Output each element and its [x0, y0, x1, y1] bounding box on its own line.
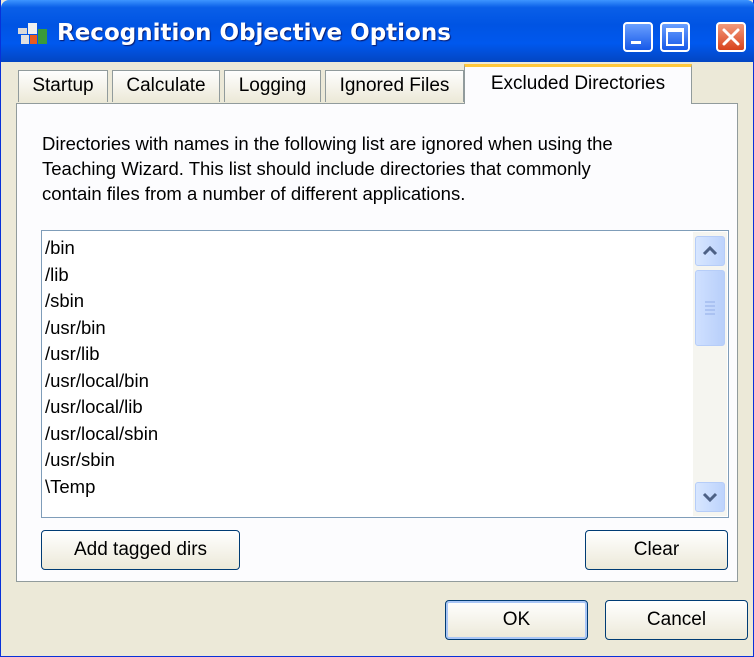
window-title: Recognition Objective Options — [57, 20, 451, 46]
panel-description: Directories with names in the following … — [42, 131, 722, 206]
tab-startup[interactable]: Startup — [18, 70, 108, 102]
list-item[interactable]: /bin — [45, 235, 158, 262]
scroll-down-button[interactable] — [695, 482, 725, 512]
tab-ignored-files[interactable]: Ignored Files — [325, 70, 464, 102]
description-line: Teaching Wizard. This list should includ… — [42, 158, 591, 179]
list-item[interactable]: \Temp — [45, 474, 158, 501]
tab-logging[interactable]: Logging — [224, 70, 321, 102]
list-scrollbar[interactable] — [693, 232, 727, 516]
ok-button[interactable]: OK — [445, 600, 588, 640]
excluded-directories-list[interactable]: /bin /lib /sbin /usr/bin /usr/lib /usr/l… — [41, 230, 729, 518]
list-item[interactable]: /usr/local/sbin — [45, 421, 158, 448]
add-tagged-dirs-button[interactable]: Add tagged dirs — [41, 530, 240, 570]
tab-excluded-directories[interactable]: Excluded Directories — [464, 64, 692, 104]
maximize-icon — [666, 28, 684, 46]
list-item[interactable]: /usr/sbin — [45, 447, 158, 474]
description-line: Directories with names in the following … — [42, 133, 613, 154]
app-icon — [17, 22, 53, 46]
close-icon — [722, 28, 740, 46]
minimize-button[interactable] — [623, 22, 653, 52]
description-line: contain files from a number of different… — [42, 183, 466, 204]
list-item[interactable]: /usr/bin — [45, 315, 158, 342]
list-item[interactable]: /usr/lib — [45, 341, 158, 368]
dialog-window: Recognition Objective Options Startup Ca… — [0, 0, 754, 657]
chevron-down-icon — [702, 492, 718, 503]
list-item[interactable]: /lib — [45, 262, 158, 289]
tab-calculate[interactable]: Calculate — [112, 70, 220, 102]
clear-button[interactable]: Clear — [585, 530, 728, 570]
list-item[interactable]: /usr/local/bin — [45, 368, 158, 395]
scroll-thumb[interactable] — [695, 270, 725, 346]
title-bar[interactable]: Recognition Objective Options — [1, 0, 754, 62]
list-item[interactable]: /sbin — [45, 288, 158, 315]
chevron-up-icon — [702, 245, 718, 256]
minimize-icon — [631, 41, 641, 44]
close-button[interactable] — [716, 22, 746, 52]
maximize-button[interactable] — [660, 22, 690, 52]
cancel-button[interactable]: Cancel — [605, 600, 748, 640]
scroll-up-button[interactable] — [695, 236, 725, 266]
list-item[interactable]: /usr/local/lib — [45, 394, 158, 421]
grip-icon — [705, 301, 715, 315]
